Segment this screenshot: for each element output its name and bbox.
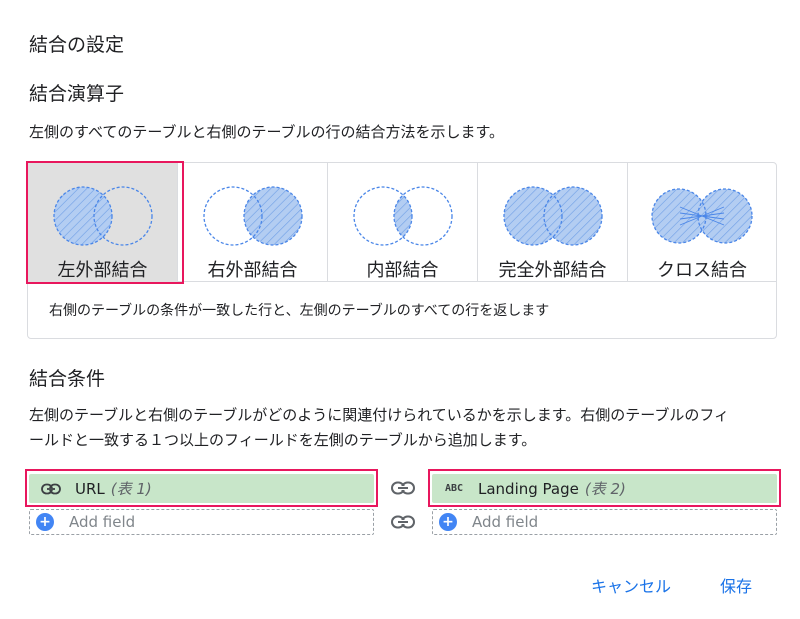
abc-text-icon: ABC <box>444 483 464 494</box>
join-conditions-description-line2: ールドと一致する１つ以上のフィールドを左側のテーブルから追加します。 <box>29 431 537 449</box>
full-outer-join-option[interactable]: 完全外部結合 <box>478 163 628 282</box>
join-operator-description: 左側のすべてのテーブルと右側のテーブルの行の結合方法を示します。 <box>29 123 505 141</box>
join-conditions-title: 結合条件 <box>29 368 106 390</box>
inner-join-label: 内部結合 <box>366 260 439 281</box>
link-icon <box>29 483 73 495</box>
right-join-key-field[interactable]: ABC Landing Page (表 2) <box>432 474 777 503</box>
cross-join-option[interactable]: クロス結合 <box>628 163 776 282</box>
left-outer-join-option[interactable]: 左外部結合 <box>26 161 184 284</box>
right-outer-join-option[interactable]: 右外部結合 <box>178 163 328 282</box>
cross-join-venn-icon <box>651 188 753 244</box>
right-field-table: (表 2) <box>584 480 626 498</box>
join-operator-explanation: 右側のテーブルの条件が一致した行と、左側のテーブルのすべての行を返します <box>49 303 550 319</box>
right-add-field-label: Add field <box>472 513 539 531</box>
join-link-icon <box>388 478 418 498</box>
save-button[interactable]: 保存 <box>720 573 752 597</box>
join-operator-options: 左外部結合 右外部結合 内部結合 完全外部結合 クロス結合 <box>26 161 776 284</box>
plus-icon: + <box>36 513 54 531</box>
full-outer-join-label: 完全外部結合 <box>498 260 607 281</box>
right-field-name: Landing Page <box>478 479 579 498</box>
left-field-name: URL <box>75 479 105 498</box>
join-conditions-description-line1: 左側のテーブルと右側のテーブルがどのように関連付けられているかを示します。右側の… <box>29 406 730 424</box>
left-add-field-button[interactable]: + Add field <box>29 509 374 535</box>
right-outer-join-label: 右外部結合 <box>207 260 298 281</box>
add-field-link-icon <box>388 512 418 532</box>
left-field-table: (表 1) <box>110 480 152 498</box>
full-outer-join-venn-icon <box>502 186 603 246</box>
left-outer-join-label: 左外部結合 <box>57 260 148 281</box>
plus-icon: + <box>439 513 457 531</box>
join-conditions-description: 左側のテーブルと右側のテーブルがどのように関連付けられているかを示します。右側の… <box>29 403 779 453</box>
inner-join-option[interactable]: 内部結合 <box>328 163 478 282</box>
right-outer-join-venn-icon <box>202 186 303 246</box>
cross-join-label: クロス結合 <box>657 260 747 281</box>
left-join-key-field[interactable]: URL (表 1) <box>29 474 374 503</box>
right-add-field-button[interactable]: + Add field <box>432 509 777 535</box>
inner-join-venn-icon <box>352 186 453 246</box>
left-outer-join-venn-icon <box>52 186 153 246</box>
join-operator-panel: 左外部結合 右外部結合 内部結合 完全外部結合 クロス結合 右側のテーブルの条件… <box>26 161 777 339</box>
dialog-title: 結合の設定 <box>29 34 125 56</box>
cancel-button[interactable]: キャンセル <box>591 573 671 597</box>
join-operator-title: 結合演算子 <box>29 83 125 105</box>
left-add-field-label: Add field <box>69 513 136 531</box>
